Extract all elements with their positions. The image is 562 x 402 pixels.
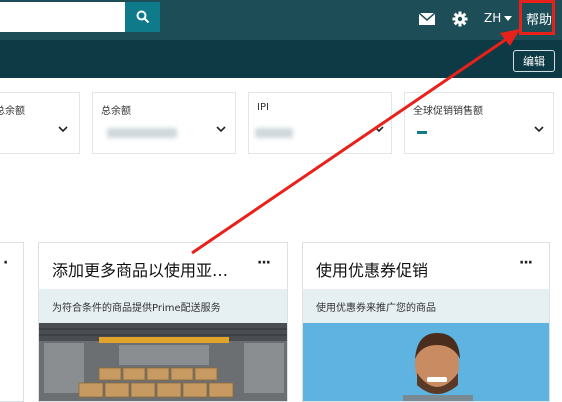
card-subtitle: 使用优惠券来推广您的商品 xyxy=(316,303,436,314)
card-title: 添加更多商品以使用亚… xyxy=(52,261,229,280)
chevron-down-icon xyxy=(374,126,384,133)
caret-down-icon xyxy=(504,15,513,21)
gear-icon[interactable] xyxy=(451,10,469,28)
more-menu-icon[interactable]: ··· xyxy=(519,255,533,271)
help-link[interactable]: 帮助 xyxy=(523,6,555,30)
card-add-products[interactable]: 添加更多商品以使用亚… ··· 为符合条件的商品提供Prime配送服务 xyxy=(38,242,288,402)
metric-card-ipi[interactable]: IPI xyxy=(248,92,392,154)
metric-card-1[interactable]: 总余额 xyxy=(0,92,80,154)
value-dash xyxy=(417,131,427,134)
search-icon xyxy=(136,10,149,24)
help-label: 帮助 xyxy=(525,12,552,28)
metric-label: 总余额 xyxy=(101,106,131,117)
card-subtitle: 为符合条件的商品提供Prime配送服务 xyxy=(52,303,221,314)
warehouse-image xyxy=(39,323,287,401)
metric-label: IPI xyxy=(257,102,269,113)
card-coupon-promo[interactable]: 使用优惠券促销 ··· 使用优惠券来推广您的商品 xyxy=(302,242,550,402)
person-image xyxy=(303,323,549,401)
card-title: 使用优惠券促销 xyxy=(316,261,429,280)
blurred-value xyxy=(255,128,293,138)
language-label: ZH xyxy=(484,11,502,25)
chevron-down-icon xyxy=(58,126,68,133)
edit-label: 编辑 xyxy=(523,55,545,68)
chevron-down-icon xyxy=(534,126,544,133)
edit-button[interactable]: 编辑 xyxy=(513,50,555,72)
metric-card-total-balance[interactable]: 总余额 xyxy=(92,92,236,154)
card-subtitle-banner: 使用优惠券来推广您的商品 xyxy=(303,289,549,323)
card-subtitle-banner: 为符合条件的商品提供Prime配送服务 xyxy=(39,289,287,323)
metric-card-global-promo-sales[interactable]: 全球促销销售额 xyxy=(404,92,554,154)
chevron-down-icon xyxy=(216,126,226,133)
mail-icon[interactable] xyxy=(418,10,436,28)
secondary-bar xyxy=(0,40,562,78)
language-selector[interactable]: ZH xyxy=(484,9,513,27)
metric-label: 总余额 xyxy=(0,106,25,117)
more-menu-icon[interactable]: ··· xyxy=(257,255,271,271)
metric-label: 全球促销销售额 xyxy=(413,106,483,117)
search-input[interactable] xyxy=(0,2,125,32)
blurred-value xyxy=(107,128,177,138)
more-menu-icon: · xyxy=(3,255,8,271)
card-partial: · xyxy=(0,242,24,402)
search-button[interactable] xyxy=(125,2,160,32)
